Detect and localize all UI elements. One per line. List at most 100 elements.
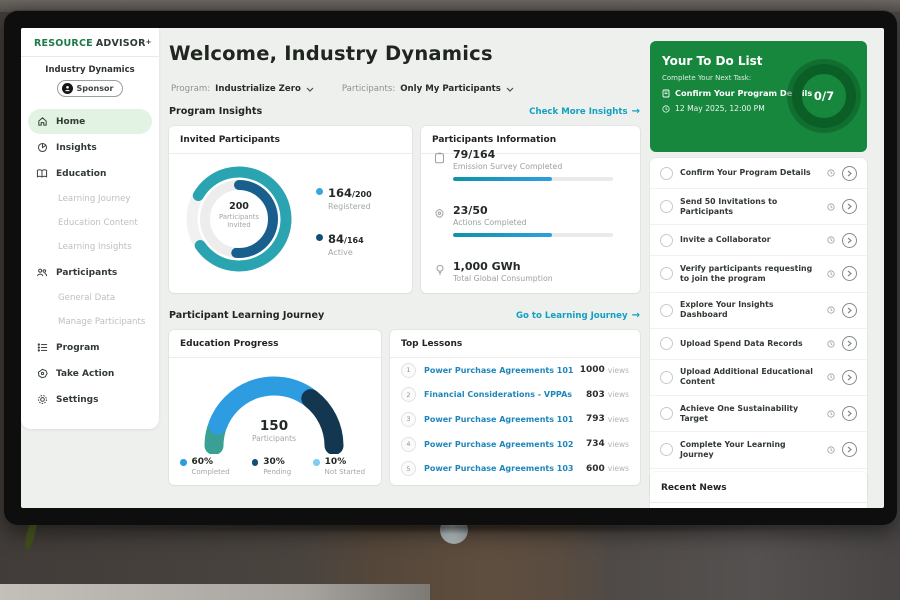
task-open-button[interactable] [842, 199, 857, 214]
sidebar-item-label: Settings [56, 395, 98, 405]
task-open-button[interactable] [842, 266, 857, 281]
task-checkbox[interactable] [660, 337, 673, 350]
clock-icon [827, 169, 835, 177]
section-title: Program Insights [169, 106, 262, 117]
sidebar-item-education-content[interactable]: Education Content [21, 211, 159, 235]
task-open-button[interactable] [842, 303, 857, 318]
chevron-down-icon [506, 87, 514, 92]
todo-progress-value: 0/7 [792, 64, 856, 128]
task-row-invite-a-collaborator[interactable]: Invite a Collaborator [650, 225, 867, 256]
task-checkbox[interactable] [660, 167, 673, 180]
lesson-rank: 2 [401, 387, 416, 402]
document-icon [662, 89, 670, 98]
sponsor-icon [62, 83, 73, 94]
task-row-explore-your-insights-dashboard[interactable]: Explore Your Insights Dashboard [650, 293, 867, 329]
task-row-upload-additional-educational-content[interactable]: Upload Additional Educational Content [650, 360, 867, 396]
lesson-row: 3 Power Purchase Agreements 101 793 view… [390, 407, 640, 432]
sponsor-badge[interactable]: Sponsor [57, 80, 124, 97]
sidebar-item-label: Take Action [56, 369, 114, 379]
legend-item-registered: 164/200 Registered [316, 182, 372, 211]
education-icon [36, 168, 48, 180]
info-row-emission-survey-completed: 79/164Emission Survey Completed [433, 148, 628, 181]
lesson-link[interactable]: Power Purchase Agreements 101 [424, 366, 580, 375]
participants-select[interactable]: Participants: Only My Participants [342, 84, 514, 94]
program-icon [36, 342, 48, 354]
task-label: Invite a Collaborator [680, 235, 820, 245]
legend-item-pending: 30%Pending [252, 457, 291, 476]
lesson-link[interactable]: Financial Considerations - VPPAs [424, 390, 586, 399]
task-checkbox[interactable] [660, 267, 673, 280]
recent-news-title: Recent News [650, 472, 867, 503]
task-checkbox[interactable] [660, 304, 673, 317]
lesson-link[interactable]: Power Purchase Agreements 102 [424, 440, 586, 449]
lesson-link[interactable]: Power Purchase Agreements 103 [424, 464, 586, 473]
task-open-button[interactable] [842, 166, 857, 181]
sidebar-item-learning-insights[interactable]: Learning Insights [21, 235, 159, 259]
task-checkbox[interactable] [660, 407, 673, 420]
sidebar-item-education[interactable]: Education [28, 161, 152, 186]
page-title: Welcome, Industry Dynamics [169, 42, 493, 65]
task-label: Confirm Your Program Details [680, 168, 820, 178]
sidebar-item-take-action[interactable]: Take Action [28, 361, 152, 386]
lesson-views: 600 [586, 464, 605, 474]
task-row-complete-your-learning-journey[interactable]: Complete Your Learning Journey [650, 432, 867, 468]
sidebar-item-program[interactable]: Program [28, 335, 152, 360]
bulb-icon [433, 260, 446, 283]
lesson-views-suffix: views [608, 440, 629, 449]
task-row-achieve-one-sustainability-target[interactable]: Achieve One Sustainability Target [650, 396, 867, 432]
invited-participants-card: Invited Participants 200 Participants In… [169, 126, 412, 293]
task-open-button[interactable] [842, 370, 857, 385]
sidebar-item-participants[interactable]: Participants [28, 260, 152, 285]
task-checkbox[interactable] [660, 443, 673, 456]
task-row-send-50-invitations-to-participants[interactable]: Send 50 Invitations to Participants [650, 189, 867, 225]
task-row-verify-participants-requesting-to-join-the-program[interactable]: Verify participants requesting to join t… [650, 256, 867, 292]
task-label: Upload Additional Educational Content [680, 367, 820, 387]
task-row-upload-spend-data-records[interactable]: Upload Spend Data Records [650, 329, 867, 360]
program-select[interactable]: Program: Industrialize Zero [171, 84, 314, 94]
task-open-button[interactable] [842, 336, 857, 351]
clock-icon [827, 340, 835, 348]
sidebar-item-settings[interactable]: Settings [28, 387, 152, 412]
progress-fill [453, 233, 552, 237]
lesson-rank: 1 [401, 363, 416, 378]
clock-icon [827, 410, 835, 418]
sidebar-item-insights[interactable]: Insights [28, 135, 152, 160]
task-open-button[interactable] [842, 233, 857, 248]
logo-plus: + [146, 38, 152, 46]
invited-donut-chart [183, 163, 295, 275]
sidebar-item-label: Education Content [58, 218, 138, 228]
sidebar-item-home[interactable]: Home [28, 109, 152, 134]
participants-label: Participants: [342, 84, 395, 94]
lesson-rank: 5 [401, 461, 416, 476]
take-action-icon [36, 368, 48, 380]
legend-dot [316, 188, 323, 195]
sidebar-item-manage-participants[interactable]: Manage Participants [21, 310, 159, 334]
sidebar-item-label: Program [56, 343, 100, 353]
task-checkbox[interactable] [660, 234, 673, 247]
sidebar-item-label: Education [56, 169, 106, 179]
progress-track [453, 177, 613, 181]
clock-icon [827, 446, 835, 454]
task-row-confirm-your-program-details[interactable]: Confirm Your Program Details [650, 158, 867, 189]
sidebar-item-learning-journey[interactable]: Learning Journey [21, 187, 159, 211]
task-open-button[interactable] [842, 442, 857, 457]
sidebar-item-general-data[interactable]: General Data [21, 286, 159, 310]
app-logo: RESOURCEADVISOR+ [21, 28, 159, 56]
lesson-link[interactable]: Power Purchase Agreements 101 [424, 415, 586, 424]
arrow-right-icon: → [632, 106, 640, 117]
lesson-views: 793 [586, 414, 605, 424]
task-open-button[interactable] [842, 406, 857, 421]
go-to-learning-journey-link[interactable]: Go to Learning Journey→ [516, 310, 640, 321]
legend-dot [252, 459, 259, 466]
logo-part2: ADVISOR [96, 38, 146, 49]
legend-item-completed: 60%Completed [180, 457, 230, 476]
filters-row: Program: Industrialize Zero Participants… [171, 84, 514, 94]
task-checkbox[interactable] [660, 200, 673, 213]
check-more-insights-link[interactable]: Check More Insights→ [529, 106, 640, 117]
task-label: Explore Your Insights Dashboard [680, 300, 820, 320]
progress-fill [453, 177, 552, 181]
sidebar-item-label: Learning Journey [58, 194, 130, 204]
task-checkbox[interactable] [660, 371, 673, 384]
program-insights-header: Program Insights Check More Insights→ [169, 106, 640, 117]
recent-news-card: Recent News [650, 472, 867, 508]
